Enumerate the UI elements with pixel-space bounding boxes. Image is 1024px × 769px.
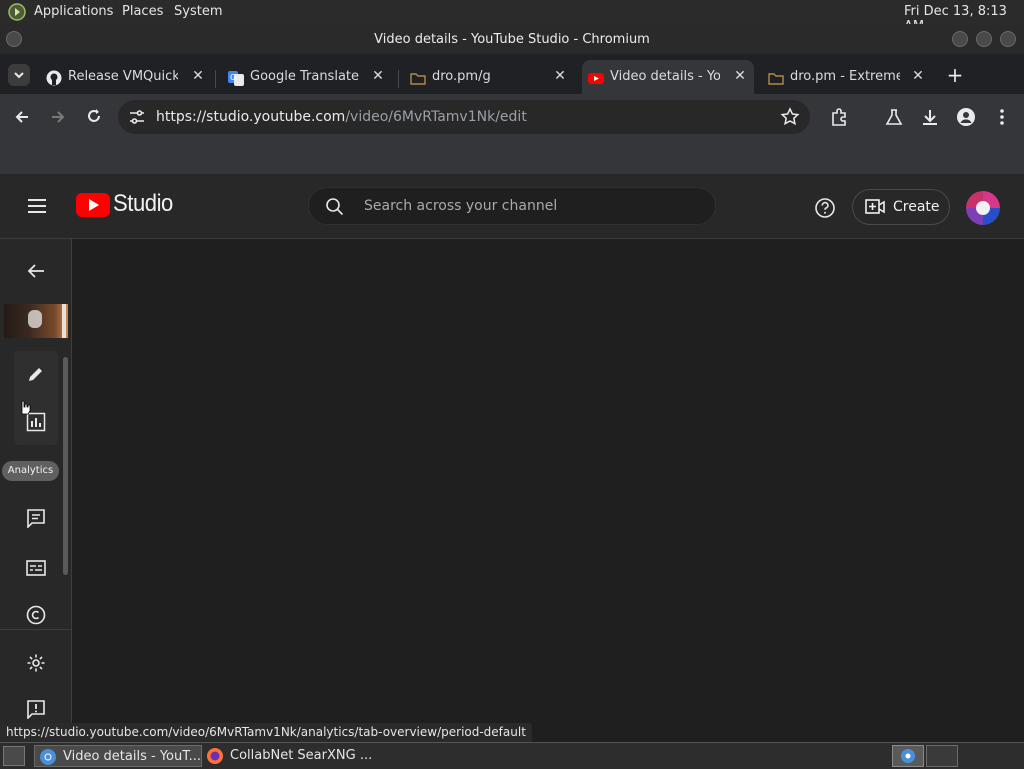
youtube-studio-logo[interactable] xyxy=(76,192,110,218)
forward-icon[interactable] xyxy=(48,107,68,127)
window-titlebar[interactable]: Video details - YouTube Studio - Chromiu… xyxy=(0,24,1024,54)
chevron-down-icon xyxy=(14,72,24,79)
copyright-icon[interactable] xyxy=(26,605,46,625)
labs-flask-icon[interactable] xyxy=(884,107,904,127)
browser-toolbar: https://studio.youtube.com/video/6MvRTam… xyxy=(0,94,1024,140)
create-button[interactable]: Create xyxy=(852,189,950,225)
tab-label: Release VMQuickC xyxy=(68,69,178,84)
url-text[interactable]: https://studio.youtube.com/video/6MvRTam… xyxy=(156,109,527,125)
extensions-icon[interactable] xyxy=(830,107,850,127)
youtube-play-icon xyxy=(76,193,110,217)
close-window-button[interactable] xyxy=(1000,31,1016,47)
taskbar-label: CollabNet SearXNG ... xyxy=(230,748,373,763)
bookmark-star-icon[interactable] xyxy=(780,107,800,127)
feedback-icon[interactable] xyxy=(26,699,46,719)
downloads-icon[interactable] xyxy=(920,107,940,127)
places-menu[interactable]: Places xyxy=(122,4,163,19)
tab-video-details[interactable]: Video details - You ✕ xyxy=(582,60,754,94)
channel-search-box[interactable]: Search across your channel xyxy=(308,187,716,225)
close-tab-icon[interactable]: ✕ xyxy=(370,68,386,84)
maximize-button[interactable] xyxy=(976,31,992,47)
tab-label: Google Translate xyxy=(250,69,360,84)
link-status-url: https://studio.youtube.com/video/6MvRTam… xyxy=(0,723,532,742)
svg-text:G: G xyxy=(230,73,236,82)
avatar-inner xyxy=(976,201,990,215)
google-translate-icon: G xyxy=(228,70,244,86)
tab-google-translate[interactable]: G Google Translate ✕ xyxy=(222,60,394,94)
tab-dro-pm-g[interactable]: dro.pm/g ✕ xyxy=(404,60,576,94)
github-icon xyxy=(46,70,62,86)
workspace-switcher[interactable] xyxy=(892,745,924,767)
back-arrow-icon[interactable] xyxy=(26,261,46,281)
close-tab-icon[interactable]: ✕ xyxy=(910,68,926,84)
studio-header: Studio Search across your channel Create xyxy=(0,174,1024,239)
help-icon[interactable] xyxy=(814,197,836,219)
studio-brand-text: Studio xyxy=(113,190,173,217)
tab-label: dro.pm/g xyxy=(432,69,491,84)
hamburger-menu-icon[interactable] xyxy=(26,196,48,216)
workspace-2[interactable] xyxy=(926,745,958,767)
tab-label: dro.pm - Extremel xyxy=(790,69,900,84)
video-thumbnail[interactable] xyxy=(4,304,68,338)
firefox-icon xyxy=(206,747,224,765)
system-top-bar: Applications Places System Fri Dec 13, 8… xyxy=(0,0,1024,34)
close-tab-icon[interactable]: ✕ xyxy=(732,68,748,84)
search-input[interactable]: Search across your channel xyxy=(364,198,557,214)
taskbar-label: Video details - YouT... xyxy=(63,749,202,764)
comments-icon[interactable] xyxy=(26,508,46,528)
tab-label: Video details - You xyxy=(610,69,720,84)
kebab-menu-icon[interactable] xyxy=(992,107,1012,127)
window-title: Video details - YouTube Studio - Chromiu… xyxy=(374,32,650,47)
chromium-icon xyxy=(39,748,57,766)
bookmarks-bar xyxy=(0,140,1024,175)
applications-menu[interactable]: Applications xyxy=(34,4,113,19)
folder-icon xyxy=(410,70,426,86)
new-tab-button[interactable]: + xyxy=(944,64,966,86)
search-icon xyxy=(325,197,345,217)
folder-icon xyxy=(768,70,784,86)
edit-pencil-icon[interactable] xyxy=(26,364,46,384)
back-icon[interactable] xyxy=(12,107,32,127)
close-tab-icon[interactable]: ✕ xyxy=(190,68,206,84)
left-nav-rail: Analytics xyxy=(0,239,72,742)
analytics-icon[interactable] xyxy=(26,412,46,432)
chromium-icon xyxy=(900,748,916,764)
analytics-tooltip: Analytics xyxy=(2,461,59,481)
show-desktop-icon[interactable] xyxy=(3,746,25,766)
distro-logo-icon[interactable] xyxy=(8,3,26,21)
taskbar: Video details - YouT... CollabNet SearXN… xyxy=(0,742,1024,769)
profile-icon[interactable] xyxy=(956,107,976,127)
site-settings-icon[interactable] xyxy=(128,108,146,126)
youtube-icon xyxy=(588,70,604,86)
tab-strip: Release VMQuickC ✕ G Google Translate ✕ … xyxy=(0,54,1024,94)
taskbar-item-firefox[interactable]: CollabNet SearXNG ... xyxy=(202,745,373,767)
mouse-cursor-icon xyxy=(18,399,32,415)
close-tab-icon[interactable]: ✕ xyxy=(552,68,568,84)
subtitles-icon[interactable] xyxy=(26,558,46,578)
system-menu[interactable]: System xyxy=(174,4,222,19)
main-content xyxy=(72,239,1024,742)
address-bar[interactable]: https://studio.youtube.com/video/6MvRTam… xyxy=(118,100,810,134)
rail-scrollbar[interactable] xyxy=(63,357,68,575)
reload-icon[interactable] xyxy=(84,107,104,127)
create-video-icon xyxy=(865,198,885,216)
settings-gear-icon[interactable] xyxy=(26,653,46,673)
tab-dro-pm-extremely[interactable]: dro.pm - Extremel ✕ xyxy=(762,60,934,94)
create-label: Create xyxy=(893,199,940,215)
minimize-button[interactable] xyxy=(952,31,968,47)
tab-search-button[interactable] xyxy=(8,64,30,86)
tab-release[interactable]: Release VMQuickC ✕ xyxy=(40,60,212,94)
channel-avatar[interactable] xyxy=(966,191,1000,225)
taskbar-item-chromium[interactable]: Video details - YouT... xyxy=(34,745,202,767)
